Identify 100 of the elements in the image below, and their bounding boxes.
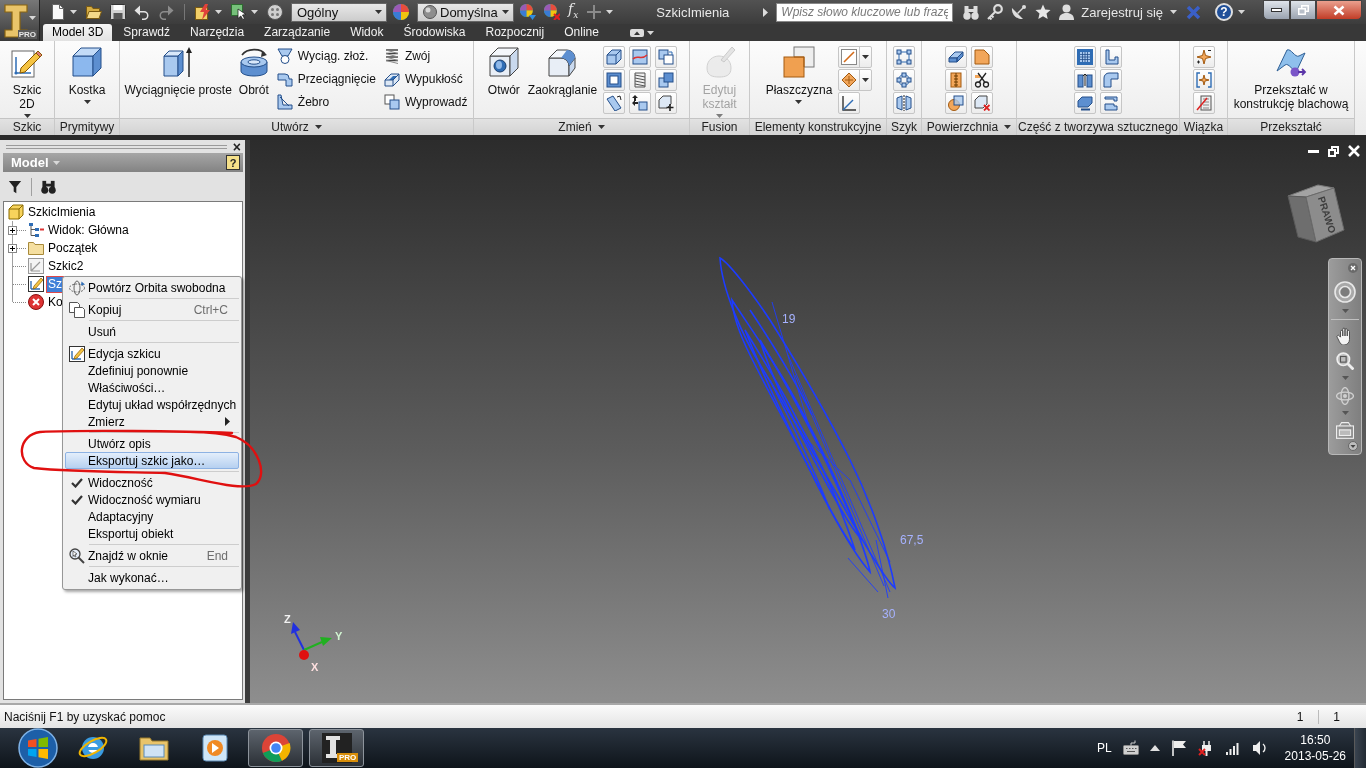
function-button[interactable]: f$_{x}$ <box>568 1 579 23</box>
caret-icon[interactable] <box>70 10 77 14</box>
ribbon-tab[interactable]: Online <box>555 24 608 41</box>
ribbon-button[interactable]: Płaszczyzna <box>763 45 835 104</box>
menu-item[interactable]: Właściwości… <box>65 379 239 396</box>
ribbon-button[interactable]: Przeciągnięcie <box>273 68 379 90</box>
tool-button[interactable] <box>971 69 993 91</box>
zoom-icon[interactable] <box>1336 352 1354 370</box>
user-icon[interactable] <box>1059 4 1075 20</box>
window-flag-orb-icon[interactable] <box>18 728 58 768</box>
panel-title[interactable]: Powierzchnia <box>922 118 1016 135</box>
caret-icon[interactable] <box>1170 10 1177 14</box>
menu-item[interactable]: Kopiuj Ctrl+C <box>65 301 239 318</box>
ribbon-button[interactable]: Przekształć w konstrukcję blachową <box>1228 45 1354 111</box>
tool-button[interactable] <box>1074 69 1096 91</box>
tree-item[interactable]: Początek <box>46 239 100 257</box>
expand-plus-icon[interactable] <box>8 243 17 253</box>
cursor-box-icon[interactable] <box>231 4 247 20</box>
dotted-sphere-icon[interactable] <box>267 4 283 20</box>
expand-triangle-icon[interactable] <box>763 7 769 17</box>
close-icon[interactable] <box>1348 145 1360 157</box>
ribbon-button[interactable]: Zaokrąglanie <box>525 45 600 97</box>
circle-caret-icon[interactable] <box>1348 441 1358 451</box>
ribbon-tab[interactable]: Rozpocznij <box>476 24 554 41</box>
close-button[interactable] <box>1316 0 1362 20</box>
plug-cross-icon[interactable] <box>1197 740 1214 756</box>
caret-icon[interactable] <box>251 10 258 14</box>
menu-item[interactable]: Adaptacyjny <box>65 508 239 525</box>
open-folder-icon[interactable] <box>86 4 102 20</box>
split-button[interactable] <box>838 69 873 91</box>
menu-item[interactable]: Powtórz Orbita swobodna <box>65 279 239 296</box>
clock-time[interactable]: 16:50 <box>1300 732 1331 748</box>
help-button[interactable]: ? <box>226 155 240 170</box>
menu-item[interactable]: Zdefiniuj ponownie <box>65 362 239 379</box>
close-button[interactable]: × <box>232 140 241 153</box>
lightning-document-icon[interactable] <box>195 4 211 20</box>
ribbon-tab[interactable]: Widok <box>341 24 393 41</box>
ribbon-button[interactable]: Zwój <box>380 45 471 67</box>
filter-icon[interactable] <box>8 179 22 194</box>
menu-item[interactable]: Eksportuj obiekt <box>65 525 239 542</box>
tool-button[interactable] <box>893 92 915 114</box>
star-icon[interactable] <box>1035 4 1052 20</box>
ribbon-button[interactable]: Wypukłość <box>380 68 471 90</box>
tree-item[interactable]: Sz <box>46 275 64 293</box>
maximize-button[interactable] <box>1290 0 1316 20</box>
minimize-button[interactable] <box>1263 0 1290 20</box>
satellite-dish-icon[interactable] <box>1011 4 1028 20</box>
ribbon-button[interactable]: Wyciąg. złoż. <box>273 45 379 67</box>
ribbon-tab[interactable]: Zarządzanie <box>255 24 340 41</box>
sign-in-link[interactable]: Zarejestruj się <box>1081 4 1163 20</box>
panel-title[interactable]: Utwórz <box>120 118 473 135</box>
steering-wheel-icon[interactable] <box>1334 281 1356 303</box>
ribbon-button[interactable]: Wyciągnięcie proste <box>122 45 234 97</box>
panel-toggle-icon[interactable] <box>629 29 644 37</box>
flag-icon[interactable] <box>1170 740 1187 756</box>
caret-icon[interactable] <box>646 31 654 35</box>
color-wheel-cross-icon[interactable] <box>544 4 560 20</box>
tool-button[interactable] <box>838 92 861 114</box>
menu-item[interactable]: Widoczność wymiaru <box>65 491 239 508</box>
minimize-icon[interactable] <box>1308 149 1319 153</box>
signal-bars-icon[interactable] <box>1224 740 1241 756</box>
binoculars-icon[interactable] <box>41 179 56 194</box>
tree-item[interactable]: Szkic2 <box>46 257 86 275</box>
ribbon-button[interactable]: Obrót <box>235 45 272 97</box>
keyboard-icon[interactable] <box>1122 740 1139 756</box>
undo-arrow-icon[interactable] <box>134 4 150 20</box>
ribbon-tab[interactable]: Sprawdź <box>114 24 180 41</box>
tool-button[interactable] <box>603 46 626 68</box>
ribbon-button[interactable]: Szkic 2D <box>7 45 47 118</box>
menu-item[interactable]: Zmierz <box>65 413 239 430</box>
ribbon-tab[interactable]: Środowiska <box>394 24 475 41</box>
appearance-dropdown[interactable]: Domyślna <box>417 2 514 22</box>
plus-icon[interactable] <box>586 4 603 20</box>
color-wheel-icon[interactable] <box>393 4 409 20</box>
tree-item[interactable]: Ko <box>46 293 65 311</box>
ribbon-button[interactable]: Otwór <box>485 45 522 97</box>
ribbon-button[interactable]: Kostka <box>66 45 108 104</box>
tree-item[interactable]: SzkicImienia <box>26 203 98 221</box>
ribbon-tab[interactable]: Model 3D <box>43 24 113 41</box>
ribbon-button[interactable]: Wyprowadź <box>380 91 471 113</box>
speaker-icon[interactable] <box>1251 740 1268 756</box>
application-menu-button[interactable]: PRO <box>0 0 40 41</box>
clock-date[interactable]: 2013-05-26 <box>1284 748 1346 764</box>
menu-item[interactable]: Edytuj układ współrzędnych <box>65 396 239 413</box>
caret-icon[interactable] <box>215 10 222 14</box>
key-icon[interactable] <box>987 4 1004 20</box>
restore-icon[interactable] <box>1328 145 1339 157</box>
binoculars-icon[interactable] <box>963 4 980 20</box>
new-document-icon[interactable] <box>50 4 66 20</box>
panel-title[interactable]: Zmień <box>474 118 689 135</box>
taskbar-app-button[interactable] <box>248 729 303 767</box>
tool-button[interactable] <box>945 69 967 91</box>
ribbon-tab[interactable]: Narzędzia <box>181 24 254 41</box>
menu-item[interactable]: Znajdź w oknie End <box>65 547 239 564</box>
tool-button[interactable] <box>945 46 967 68</box>
tool-button[interactable] <box>655 92 678 114</box>
up-triangle-icon[interactable] <box>1149 745 1160 751</box>
menu-item[interactable]: Eksportuj szkic jako… <box>65 452 239 469</box>
menu-item[interactable]: Widoczność <box>65 474 239 491</box>
split-button[interactable] <box>838 46 873 68</box>
